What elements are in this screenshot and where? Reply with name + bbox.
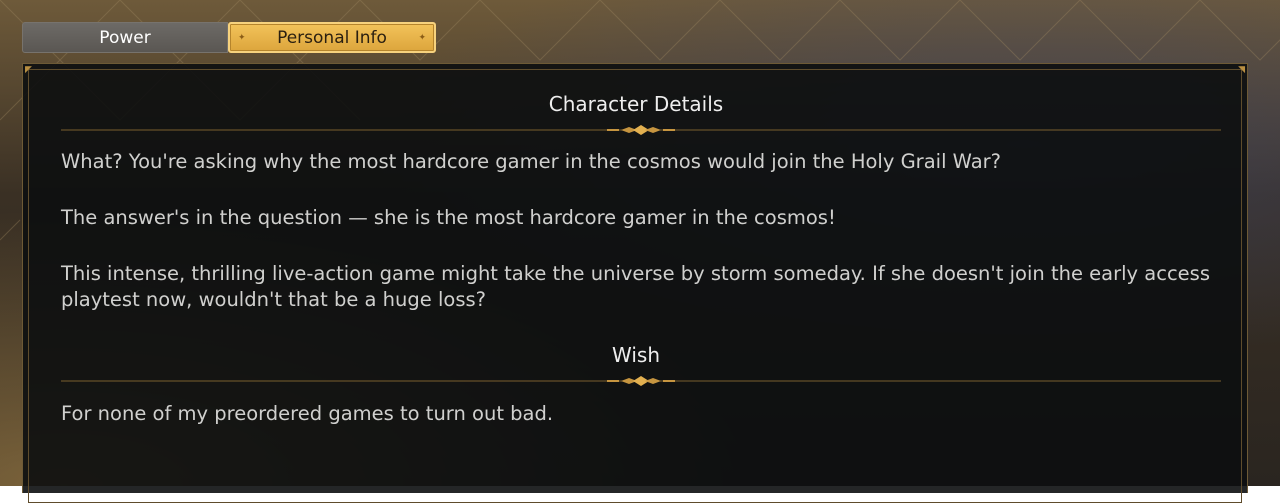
- wish-title: Wish: [612, 343, 660, 367]
- tab-personal-info[interactable]: ✦ Personal Info ✦: [228, 22, 436, 53]
- tab-personal-info-label: Personal Info: [277, 27, 387, 48]
- tab-power-label: Power: [99, 27, 151, 48]
- tab-power[interactable]: Power: [22, 22, 228, 53]
- details-paragraph: What? You're asking why the most hardcor…: [61, 150, 1002, 173]
- tab-bar: Power ✦ Personal Info ✦: [22, 22, 436, 53]
- corner-ornament-icon: ◤: [25, 65, 32, 75]
- wish-text: For none of my preordered games to turn …: [61, 402, 554, 425]
- corner-ornament-icon: ◥: [1238, 65, 1245, 75]
- section-divider: [61, 125, 1221, 135]
- section-divider: [61, 376, 1221, 386]
- details-paragraph: This intense, thrilling live-action game…: [61, 262, 1210, 311]
- star-icon: ✦: [238, 32, 246, 43]
- info-panel: ◤ ◥ Character Details What? You're askin…: [22, 63, 1248, 503]
- details-paragraph: The answer's in the question — she is th…: [61, 206, 836, 229]
- star-icon: ✦: [418, 32, 426, 43]
- character-details-title: Character Details: [548, 92, 724, 116]
